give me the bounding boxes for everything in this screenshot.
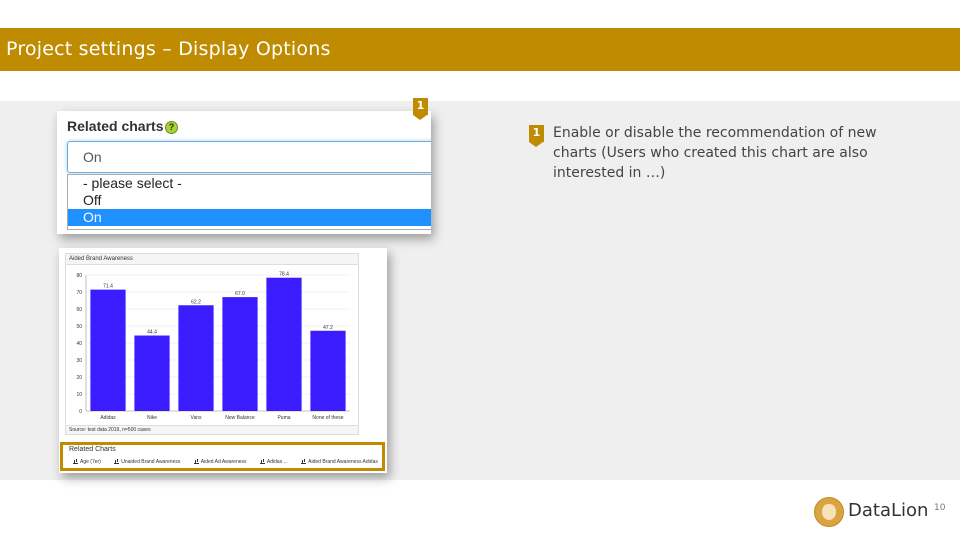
y-tick-label: 30: [76, 358, 82, 364]
related-charts-title: Related Charts: [69, 446, 116, 453]
y-tick-label: 20: [76, 375, 82, 381]
related-charts-select[interactable]: On: [67, 141, 431, 173]
chart-title: Aided Brand Awareness: [66, 254, 358, 265]
chart-panel: Aided Brand Awareness 0 10 20 30 40 50 60 70 80 7…: [65, 253, 359, 435]
y-tick-label: 60: [76, 307, 82, 313]
related-link[interactable]: Aided Brand Awareness Adidas: [301, 459, 378, 465]
option-on[interactable]: On: [68, 209, 431, 226]
bar-chart: 0 10 20 30 40 50 60 70 80 71.4 Adidas 44.4 Nike 62.2 V…: [76, 272, 350, 421]
related-charts-links: Age (7er) Unaided Brand Awareness Aided …: [73, 459, 387, 465]
option-off[interactable]: Off: [68, 192, 431, 209]
page-number: 10: [934, 503, 946, 513]
related-charts-label: Related charts: [67, 118, 164, 134]
y-tick-label: 10: [76, 392, 82, 398]
x-tick-label: Nike: [147, 415, 157, 421]
y-tick-label: 50: [76, 324, 82, 330]
bar-chart-icon: [193, 459, 199, 464]
x-tick-label: Adidas: [100, 415, 116, 421]
bar-chart-icon: [73, 459, 78, 464]
related-link[interactable]: Unaided Brand Awareness: [114, 459, 180, 465]
x-tick-label: New Balance: [225, 415, 255, 421]
data-label: 62.2: [191, 299, 201, 305]
related-charts-box: Related Charts Age (7er) Unaided Brand A…: [60, 442, 385, 471]
y-tick-label: 40: [76, 341, 82, 347]
question-icon[interactable]: ?: [165, 121, 178, 134]
related-charts-dropdown-screenshot: Related charts ? On - please select - Of…: [57, 111, 431, 234]
bar-chart-icon: [114, 459, 120, 464]
data-label: 67.0: [235, 291, 245, 297]
related-link[interactable]: Age (7er): [73, 459, 101, 465]
chart-source: Source: test data 2019, n=500 cases: [66, 425, 358, 434]
x-tick-label: Puma: [277, 415, 290, 421]
data-label: 78.4: [279, 272, 289, 278]
y-tick-label: 70: [76, 290, 82, 296]
related-charts-options: - please select - Off On: [67, 174, 431, 230]
data-label: 44.4: [147, 330, 157, 336]
chart-screenshot: Aided Brand Awareness 0 10 20 30 40 50 60 70 80 7…: [59, 248, 387, 473]
x-tick-label: Vans: [190, 415, 202, 421]
slide-title: Project settings – Display Options: [0, 28, 960, 71]
related-link[interactable]: Adidas ...: [259, 459, 288, 465]
x-tick-label: None of these: [312, 415, 343, 421]
bar-chart-icon: [301, 459, 307, 464]
related-link-label: Unaided Brand Awareness: [121, 459, 181, 465]
datalion-logo: DataLion: [814, 496, 934, 528]
bar: [90, 289, 126, 411]
lion-icon: [814, 497, 844, 527]
related-link-label: Aided Brand Awareness Adidas: [308, 459, 378, 465]
y-tick-label: 0: [79, 409, 82, 415]
bar: [134, 335, 170, 411]
callout-marker-1: 1: [413, 98, 428, 120]
bar: [178, 305, 214, 411]
related-link-label: Aided Ad Awareness: [200, 459, 247, 465]
bar-chart-icon: [259, 459, 265, 464]
option-please-select[interactable]: - please select -: [68, 175, 431, 192]
bar: [266, 277, 302, 411]
data-label: 71.4: [103, 284, 113, 290]
data-label: 47.2: [323, 325, 333, 331]
description-text: Enable or disable the recommendation of …: [553, 125, 877, 181]
description-marker-1: 1: [529, 125, 544, 147]
bar: [310, 330, 346, 411]
related-link-label: Age (7er): [80, 459, 101, 465]
y-tick-label: 80: [76, 273, 82, 279]
logo-text: DataLion: [848, 500, 929, 521]
bar: [222, 297, 258, 411]
related-link-label: Adidas ...: [266, 459, 288, 465]
related-link[interactable]: Aided Ad Awareness: [193, 459, 247, 465]
